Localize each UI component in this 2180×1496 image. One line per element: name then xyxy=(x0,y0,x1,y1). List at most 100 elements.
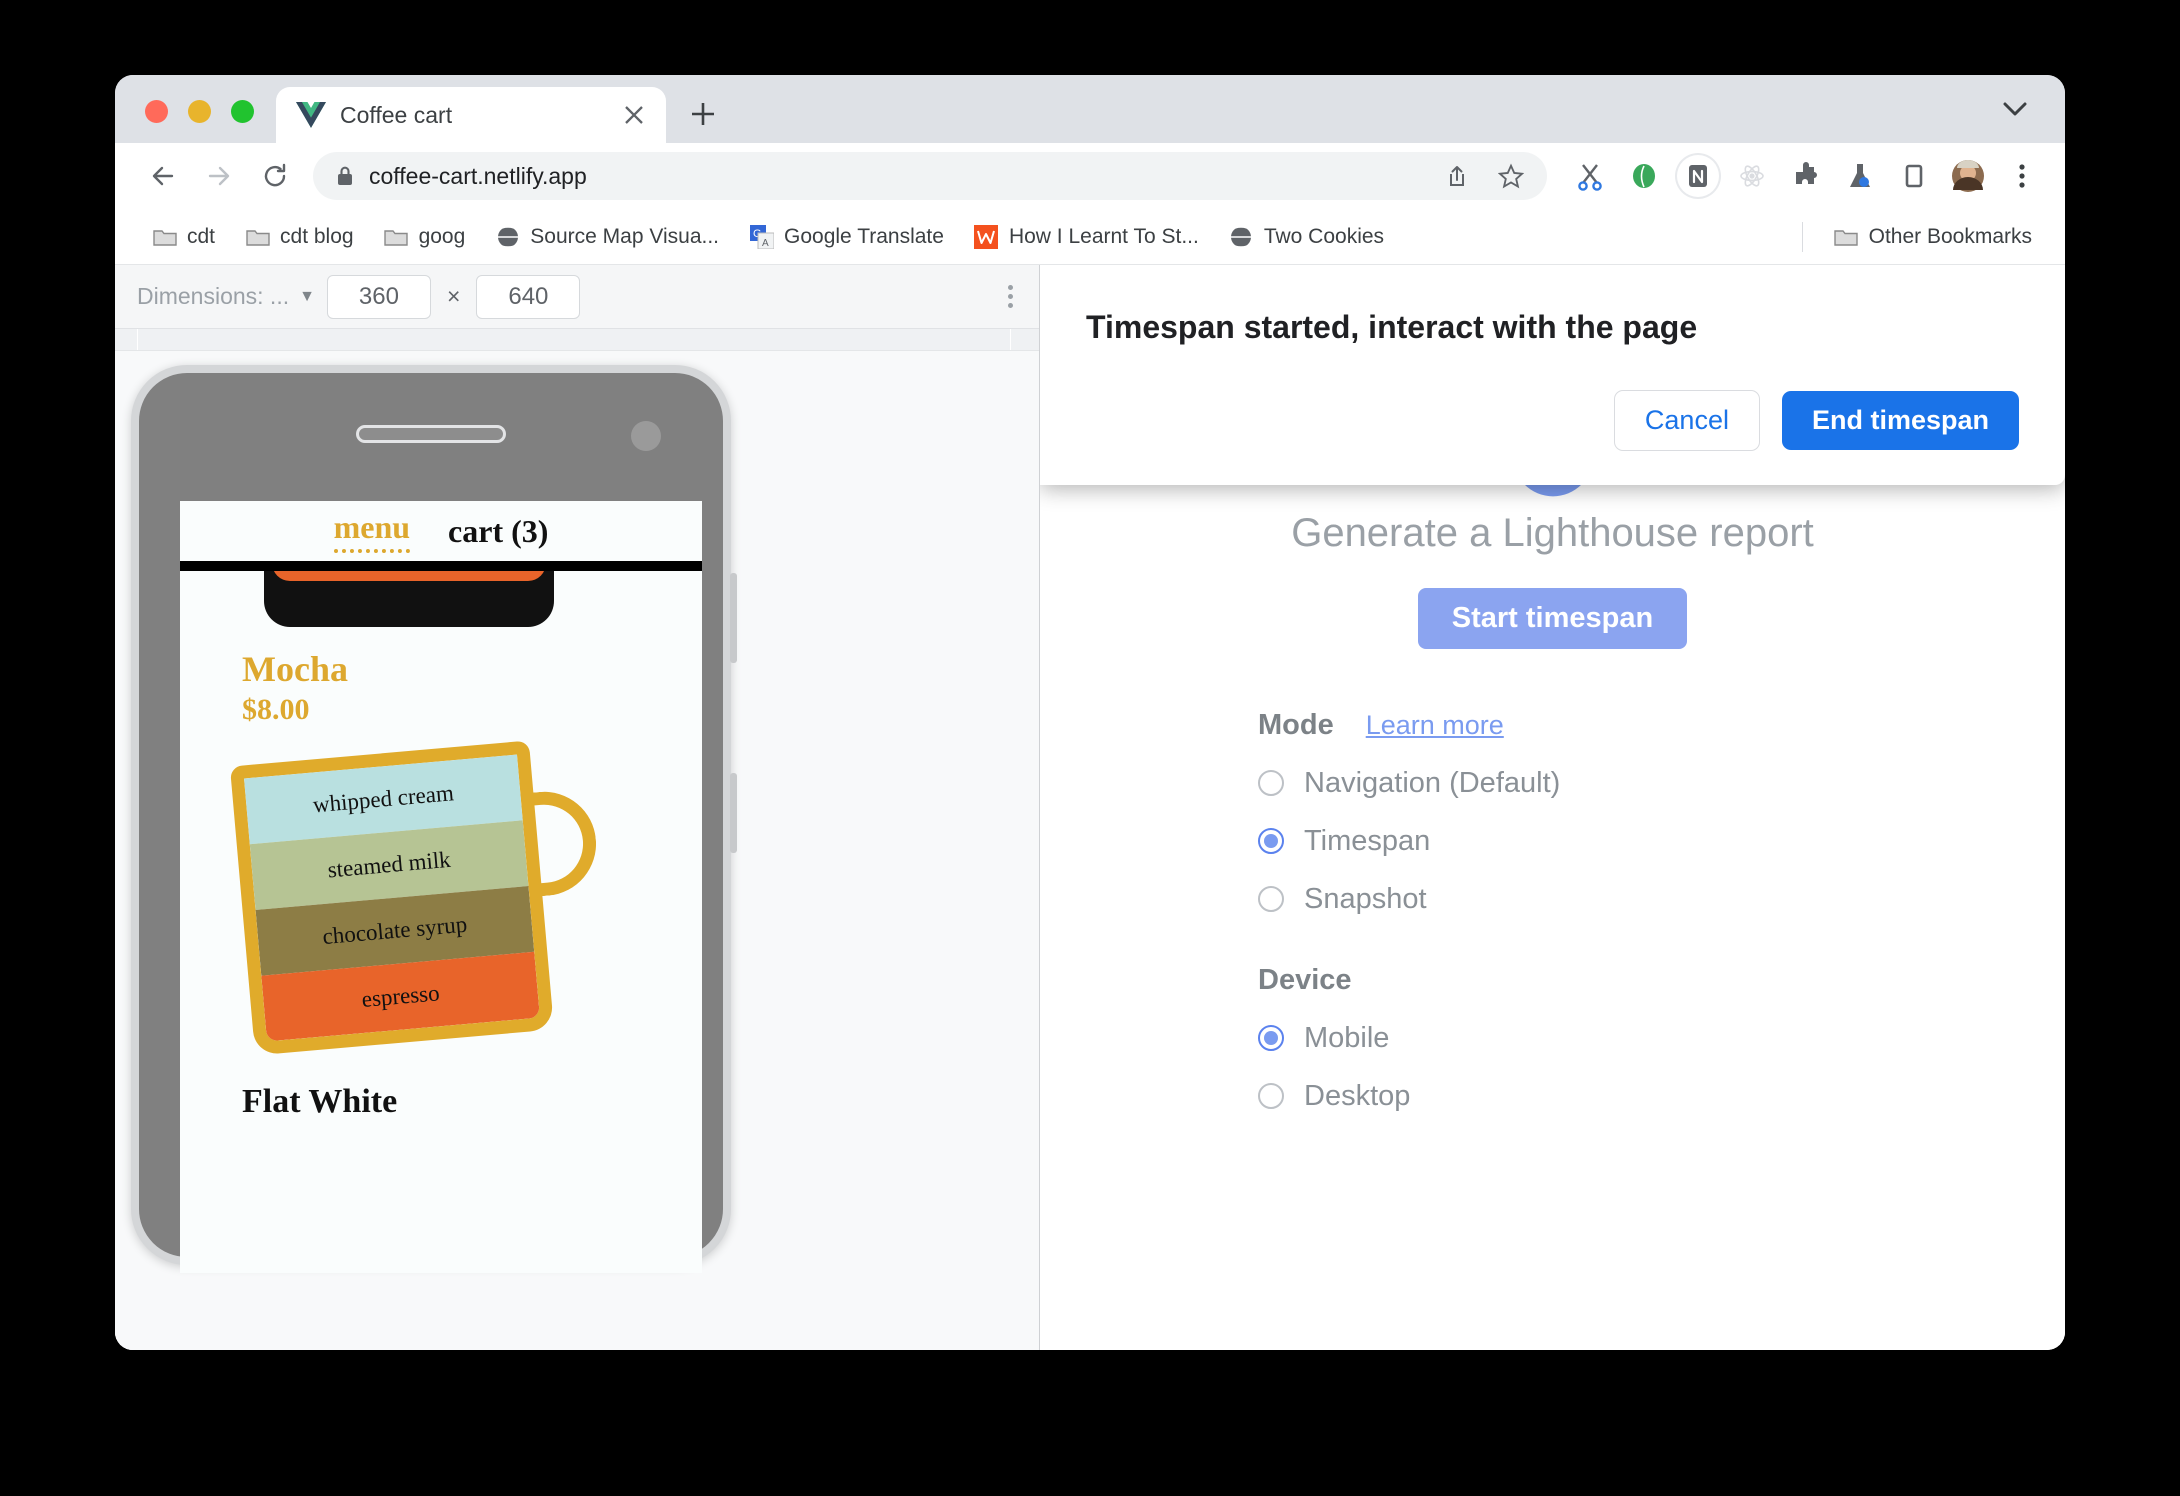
phone-camera-icon xyxy=(631,421,661,451)
bookmark-item[interactable]: Source Map Visua... xyxy=(484,219,730,254)
desktop-background: Coffee cart coffee-cart.netlify.app cdt … xyxy=(0,0,2180,1496)
react-devtools-extension-icon[interactable] xyxy=(1731,155,1773,197)
bookmark-item[interactable]: How I Learnt To St... xyxy=(963,219,1210,254)
other-bookmarks-button[interactable]: Other Bookmarks xyxy=(1823,219,2043,254)
minimize-window-button[interactable] xyxy=(188,100,211,123)
device-option-desktop[interactable]: Desktop xyxy=(1258,1067,1560,1125)
folder-icon xyxy=(1834,224,1859,249)
mode-learn-more-link[interactable]: Learn more xyxy=(1366,710,1504,741)
folder-icon xyxy=(152,224,177,249)
bookmark-label: Two Cookies xyxy=(1263,224,1385,248)
bookmark-item[interactable]: GA Google Translate xyxy=(738,219,955,254)
green-leaf-extension-icon[interactable] xyxy=(1623,155,1665,197)
dimensions-dropdown[interactable]: Dimensions: ... ▼ xyxy=(137,283,315,310)
timespan-started-dialog: Timespan started, interact with the page… xyxy=(1040,265,2065,485)
start-timespan-button[interactable]: Start timespan xyxy=(1417,588,1688,649)
notion-extension-icon[interactable] xyxy=(1677,155,1719,197)
chevron-down-icon[interactable] xyxy=(1995,89,2035,129)
address-bar-url: coffee-cart.netlify.app xyxy=(369,162,587,189)
bookmark-label: Google Translate xyxy=(784,224,944,248)
side-panel-icon[interactable] xyxy=(1893,155,1935,197)
bookmark-label: cdt blog xyxy=(280,224,354,248)
bookmark-item[interactable]: Two Cookies xyxy=(1218,219,1395,254)
browser-window: Coffee cart coffee-cart.netlify.app cdt … xyxy=(115,75,2065,1350)
viewport-ruler xyxy=(115,329,1039,351)
device-stage: menu cart (3) Mocha $8.00 whipped cream … xyxy=(115,351,1039,1350)
bookmarks-divider xyxy=(1801,221,1803,252)
forward-button[interactable] xyxy=(195,152,243,200)
lighthouse-panel-title: Generate a Lighthouse report xyxy=(1291,511,1814,555)
share-icon[interactable] xyxy=(1437,156,1477,196)
lock-icon xyxy=(335,164,355,188)
google-translate-icon: GA xyxy=(749,224,774,249)
cancel-button[interactable]: Cancel xyxy=(1613,390,1760,451)
bookmark-label: goog xyxy=(418,224,466,248)
back-button[interactable] xyxy=(139,152,187,200)
mode-option-navigation[interactable]: Navigation (Default) xyxy=(1258,754,1560,812)
phone-volume-button xyxy=(730,573,737,663)
chevron-down-icon: ▼ xyxy=(299,287,315,305)
device-section-header: Device xyxy=(1258,964,1560,997)
next-product-name[interactable]: Flat White xyxy=(180,1067,702,1121)
puzzle-extensions-icon[interactable] xyxy=(1785,155,1827,197)
globe-icon xyxy=(1229,224,1254,249)
radio-mobile[interactable] xyxy=(1258,1025,1284,1051)
bookmark-label: Source Map Visua... xyxy=(530,224,720,248)
page-nav-menu-link[interactable]: menu xyxy=(333,509,411,553)
globe-icon xyxy=(495,224,520,249)
browser-menu-kebab-icon[interactable] xyxy=(2001,155,2043,197)
radio-timespan[interactable] xyxy=(1258,828,1284,854)
avatar[interactable] xyxy=(1947,155,1989,197)
device-label: Device xyxy=(1258,964,1352,996)
mode-option-timespan[interactable]: Timespan xyxy=(1258,812,1560,870)
star-icon[interactable] xyxy=(1491,156,1531,196)
device-section: Device Mobile Desktop xyxy=(1258,964,1560,1125)
dimensions-label: Dimensions: ... xyxy=(137,283,290,309)
bookmark-item[interactable]: goog xyxy=(373,219,477,254)
close-window-button[interactable] xyxy=(145,100,168,123)
scissors-extension-icon[interactable] xyxy=(1569,155,1611,197)
phone-frame: menu cart (3) Mocha $8.00 whipped cream … xyxy=(131,365,737,1273)
radio-navigation[interactable] xyxy=(1258,770,1284,796)
lab-flask-extension-icon[interactable] xyxy=(1839,155,1881,197)
dialog-actions: Cancel End timespan xyxy=(1086,390,2019,451)
dialog-title: Timespan started, interact with the page xyxy=(1086,309,1698,345)
mode-option-label: Timespan xyxy=(1304,824,1431,857)
device-option-mobile[interactable]: Mobile xyxy=(1258,1009,1560,1067)
device-toolbar-kebab-icon[interactable] xyxy=(998,279,1023,314)
mode-option-label: Snapshot xyxy=(1304,882,1427,915)
mode-section-header: Mode Learn more xyxy=(1258,709,1560,742)
end-timespan-button[interactable]: End timespan xyxy=(1781,391,2019,450)
coffee-mug-illustration: whipped cream steamed milk chocolate syr… xyxy=(224,740,624,1067)
browser-content: Dimensions: ... ▼ 360 × 640 menu cart (3… xyxy=(115,265,2065,1350)
product-name: Mocha xyxy=(242,649,348,689)
viewport-width-input[interactable]: 360 xyxy=(326,274,431,319)
mode-option-label: Navigation (Default) xyxy=(1304,766,1561,799)
bookmark-label: cdt xyxy=(187,224,216,248)
radio-snapshot[interactable] xyxy=(1258,886,1284,912)
browser-tab-coffee-cart[interactable]: Coffee cart xyxy=(276,87,666,143)
page-nav-cart-link[interactable]: cart (3) xyxy=(448,513,548,550)
reload-button[interactable] xyxy=(251,152,299,200)
device-emulation-pane: Dimensions: ... ▼ 360 × 640 menu cart (3… xyxy=(115,265,1040,1350)
bookmark-item[interactable]: cdt xyxy=(141,219,226,254)
page-navigation: menu cart (3) xyxy=(180,501,702,571)
mug-body: whipped cream steamed milk chocolate syr… xyxy=(229,740,555,1056)
window-traffic-lights xyxy=(115,100,276,143)
tab-strip: Coffee cart xyxy=(115,75,2065,143)
folder-icon xyxy=(384,224,409,249)
viewport-height-input[interactable]: 640 xyxy=(476,274,581,319)
phone-speaker-icon xyxy=(356,425,506,443)
bookmark-label: How I Learnt To St... xyxy=(1008,224,1199,248)
product-card-mocha[interactable]: Mocha $8.00 whipped cream steamed milk c… xyxy=(180,571,702,1067)
device-option-label: Desktop xyxy=(1304,1079,1411,1112)
address-bar[interactable]: coffee-cart.netlify.app xyxy=(313,152,1547,200)
new-tab-button[interactable] xyxy=(680,91,726,137)
radio-desktop[interactable] xyxy=(1258,1083,1284,1109)
mode-option-snapshot[interactable]: Snapshot xyxy=(1258,870,1560,928)
device-toolbar: Dimensions: ... ▼ 360 × 640 xyxy=(115,265,1039,329)
maximize-window-button[interactable] xyxy=(231,100,254,123)
close-tab-icon[interactable] xyxy=(618,99,650,131)
bookmark-item[interactable]: cdt blog xyxy=(234,219,365,254)
phone-power-button xyxy=(730,773,737,853)
